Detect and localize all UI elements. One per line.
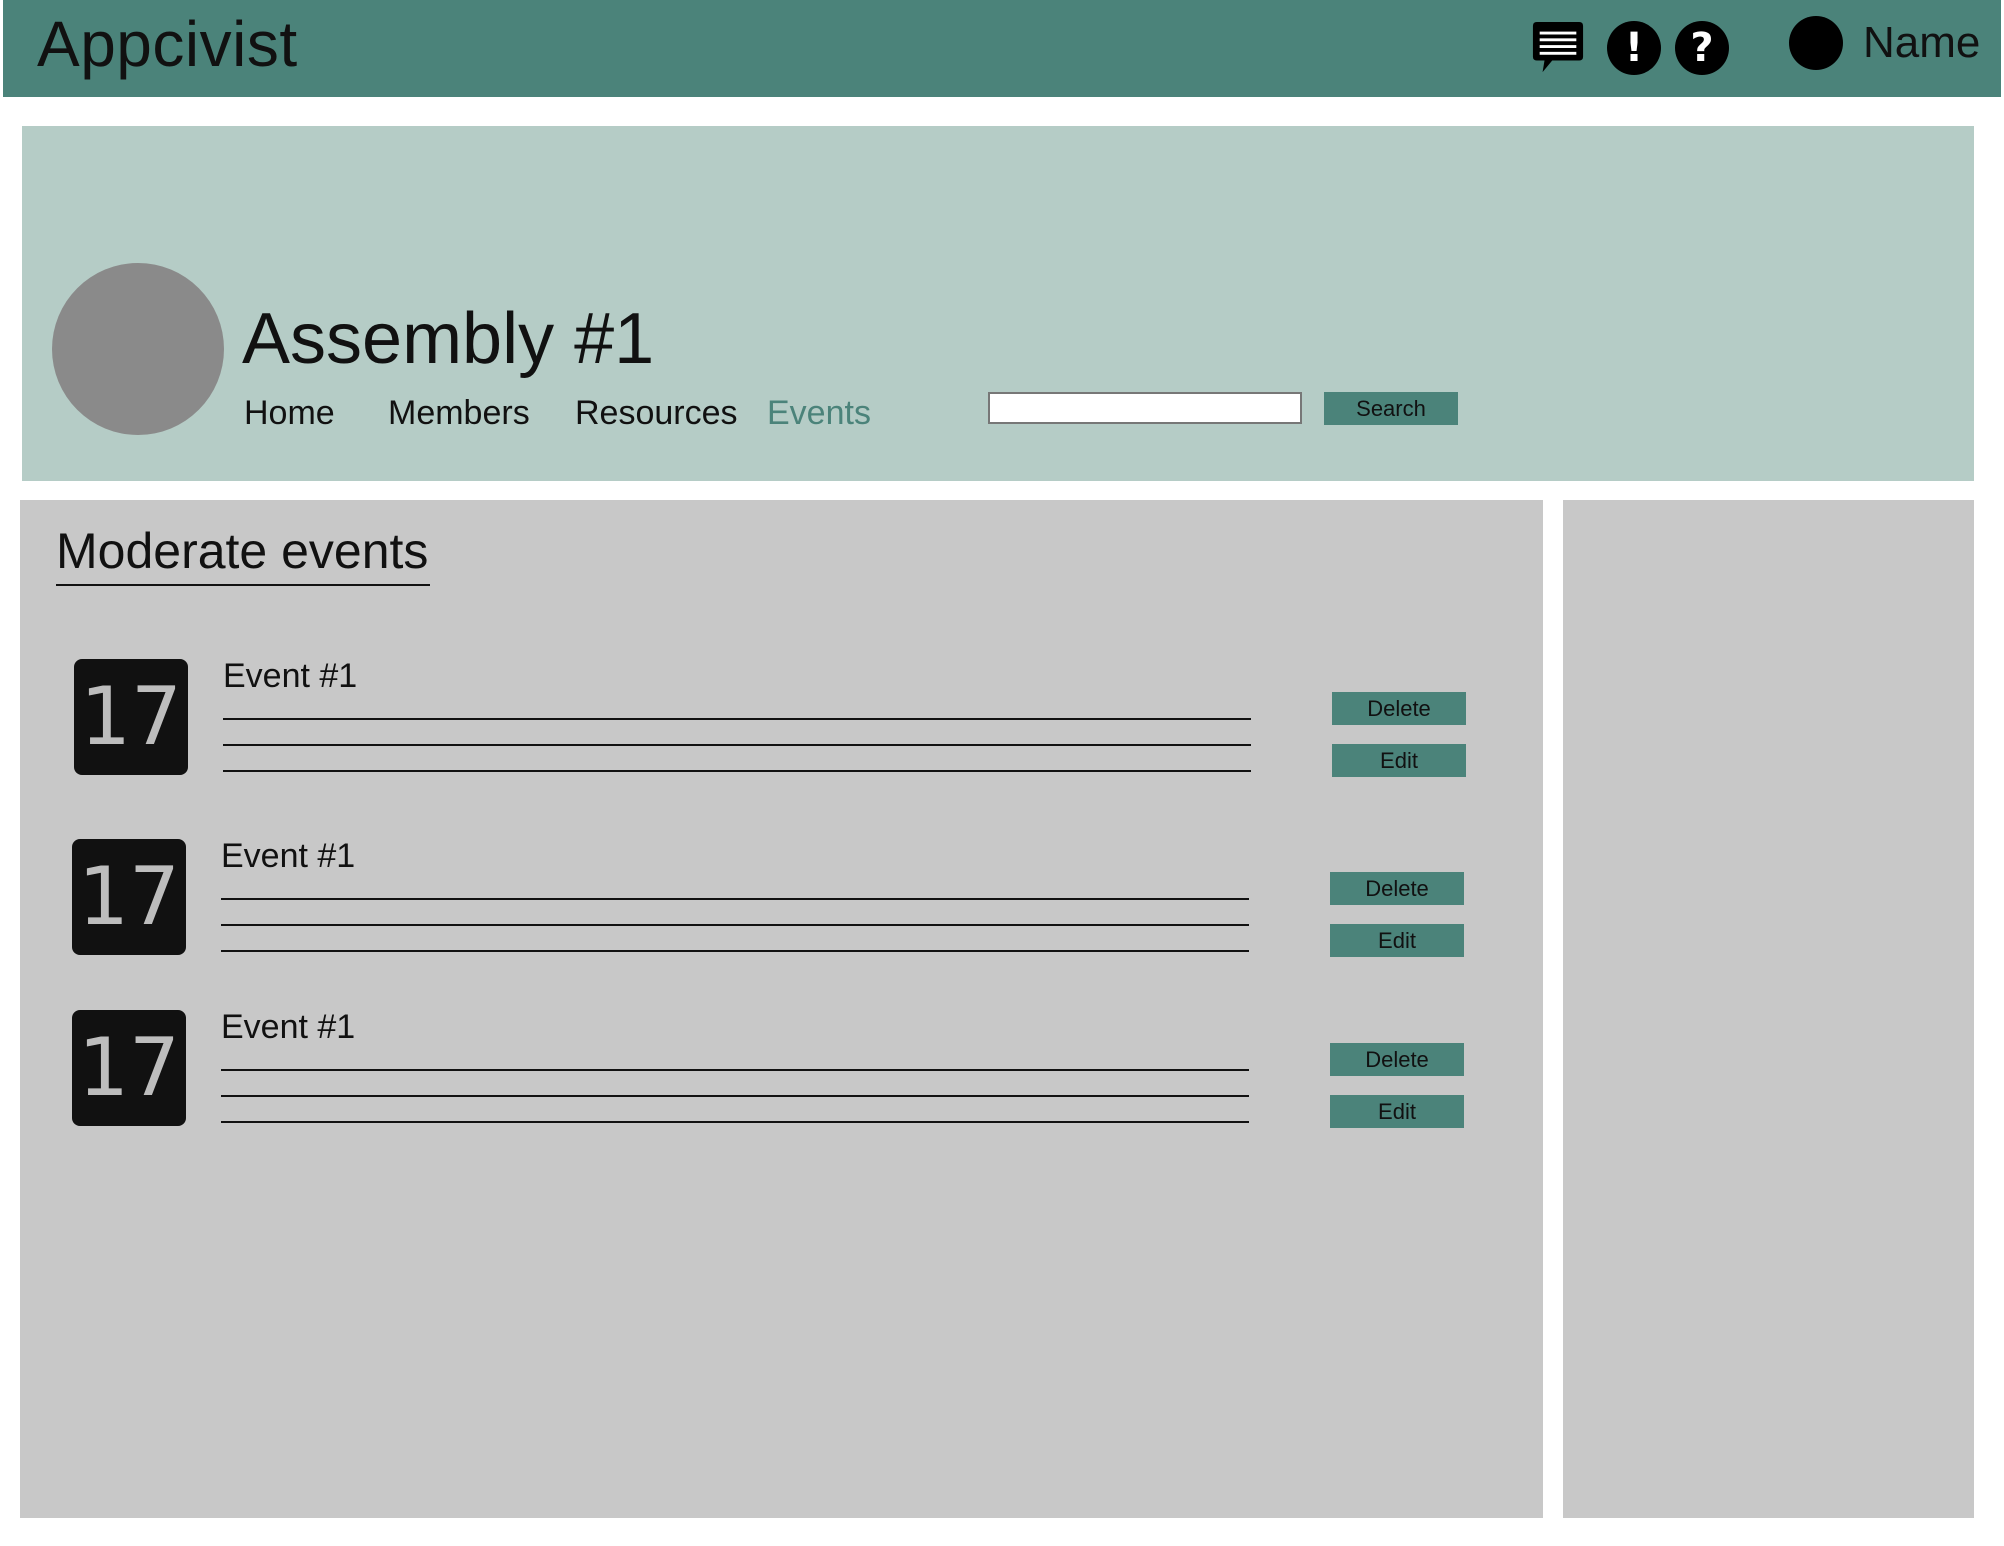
chat-bubble-icon[interactable] [1531, 21, 1585, 75]
assembly-header: Assembly #1 Home Members Resources Event… [22, 126, 1974, 481]
main-content: Moderate events 17 Event #1 Delete Edit … [20, 500, 1543, 1518]
event-description-line [221, 1069, 1249, 1071]
event-description-line [221, 950, 1249, 952]
assembly-title: Assembly #1 [242, 299, 655, 379]
help-icon[interactable]: ? [1675, 21, 1729, 75]
sidebar-panel [1563, 500, 1974, 1518]
delete-button[interactable]: Delete [1332, 692, 1466, 725]
event-title[interactable]: Event #1 [221, 835, 355, 877]
delete-button[interactable]: Delete [1330, 872, 1464, 905]
alert-icon[interactable]: ! [1607, 21, 1661, 75]
user-name[interactable]: Name [1863, 15, 1980, 71]
event-description-line [223, 770, 1251, 772]
edit-button[interactable]: Edit [1332, 744, 1466, 777]
event-description-line [223, 718, 1251, 720]
event-title[interactable]: Event #1 [221, 1006, 355, 1048]
event-description-line [221, 1121, 1249, 1123]
search-button[interactable]: Search [1324, 392, 1458, 425]
search-input[interactable] [988, 392, 1302, 424]
event-description-line [221, 898, 1249, 900]
top-bar: Appcivist ! ? Name [3, 0, 2001, 97]
assembly-avatar [52, 263, 224, 435]
event-description-line [223, 744, 1251, 746]
event-description-line [221, 1095, 1249, 1097]
user-avatar[interactable] [1789, 16, 1843, 70]
date-badge: 17 [72, 1010, 186, 1126]
section-underline [56, 584, 430, 586]
nav-home[interactable]: Home [244, 392, 335, 434]
event-row: 17 Event #1 Delete Edit [20, 1008, 1543, 1130]
section-title: Moderate events [56, 523, 429, 579]
edit-button[interactable]: Edit [1330, 924, 1464, 957]
event-description-line [221, 924, 1249, 926]
event-title[interactable]: Event #1 [223, 655, 357, 697]
app-title[interactable]: Appcivist [37, 4, 298, 84]
edit-button[interactable]: Edit [1330, 1095, 1464, 1128]
nav-events[interactable]: Events [767, 392, 871, 434]
event-row: 17 Event #1 Delete Edit [20, 837, 1543, 959]
date-badge: 17 [74, 659, 188, 775]
date-badge: 17 [72, 839, 186, 955]
nav-resources[interactable]: Resources [575, 392, 738, 434]
nav-members[interactable]: Members [388, 392, 530, 434]
delete-button[interactable]: Delete [1330, 1043, 1464, 1076]
event-row: 17 Event #1 Delete Edit [20, 657, 1543, 779]
